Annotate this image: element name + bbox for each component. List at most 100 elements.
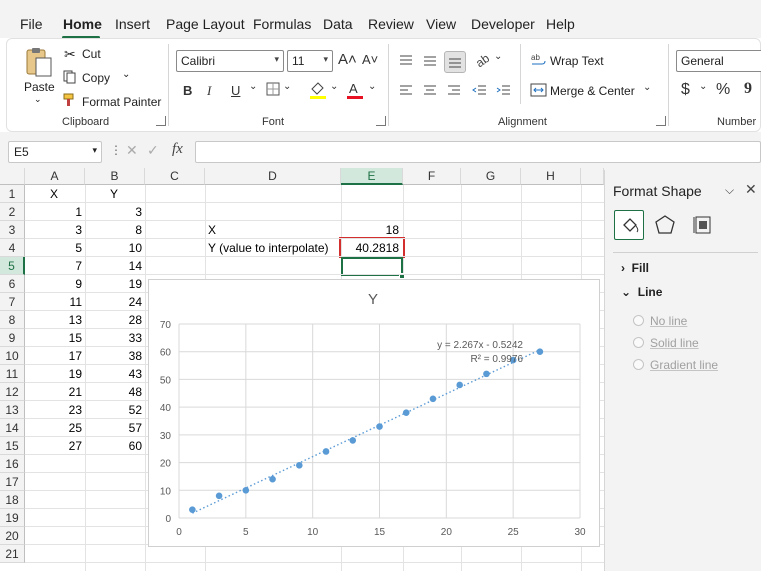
cell-a3[interactable]: 3	[25, 221, 82, 239]
cell-a12[interactable]: 21	[25, 383, 82, 401]
row-header-2[interactable]: 2	[0, 203, 25, 221]
font-color-dropdown-chevron-icon[interactable]: ⌄	[368, 81, 376, 92]
cell-d3[interactable]: X	[208, 221, 216, 239]
confirm-entry-icon[interactable]: ✓	[147, 142, 159, 159]
align-middle-icon[interactable]	[422, 54, 438, 68]
row-header-9[interactable]: 9	[0, 329, 25, 347]
row-header-17[interactable]: 17	[0, 473, 25, 491]
data-point[interactable]	[242, 486, 250, 494]
cell-a15[interactable]: 27	[25, 437, 82, 455]
data-point[interactable]	[402, 409, 410, 416]
solid-line-radio[interactable]: Solid line	[633, 336, 699, 350]
column-header-b[interactable]: B	[85, 168, 145, 185]
tab-home[interactable]: Home	[63, 16, 102, 32]
row-header-16[interactable]: 16	[0, 455, 25, 473]
cell-a14[interactable]: 25	[25, 419, 82, 437]
cut-button[interactable]: Cut	[82, 47, 101, 61]
merge-dropdown-chevron-icon[interactable]: ⌄	[643, 82, 651, 93]
row-header-15[interactable]: 15	[0, 437, 25, 455]
data-point[interactable]	[269, 475, 276, 483]
cell-a1[interactable]: X	[50, 185, 58, 203]
cell-b3[interactable]: 8	[85, 221, 142, 239]
data-point[interactable]	[376, 423, 383, 430]
cell-a2[interactable]: 1	[25, 203, 82, 221]
row-header-13[interactable]: 13	[0, 401, 25, 419]
cell-a6[interactable]: 9	[25, 275, 82, 293]
orientation-icon[interactable]: ab	[474, 51, 494, 69]
bold-button[interactable]: B	[183, 83, 192, 98]
italic-button[interactable]: I	[207, 83, 211, 99]
row-header-14[interactable]: 14	[0, 419, 25, 437]
font-color-icon[interactable]: A	[345, 80, 365, 100]
percent-button[interactable]: %	[716, 81, 730, 99]
cell-b4[interactable]: 10	[85, 239, 142, 257]
data-point[interactable]	[429, 395, 437, 403]
cancel-entry-icon[interactable]: ✕	[126, 142, 138, 159]
cell-b2[interactable]: 3	[85, 203, 142, 221]
borders-dropdown-chevron-icon[interactable]: ⌄	[283, 81, 291, 92]
cell-b1[interactable]: Y	[110, 185, 118, 203]
pane-options-chevron-icon[interactable]: ⌵	[725, 183, 734, 198]
tab-formulas[interactable]: Formulas	[253, 16, 311, 32]
data-point[interactable]	[296, 462, 303, 469]
row-header-5[interactable]: 5	[0, 257, 25, 275]
data-point[interactable]	[322, 448, 330, 455]
name-box[interactable]: E5 ▾	[8, 141, 102, 163]
column-header-next[interactable]	[581, 168, 604, 185]
cell-b5[interactable]: 14	[85, 257, 142, 275]
copy-button[interactable]: Copy	[82, 71, 110, 85]
row-header-6[interactable]: 6	[0, 275, 25, 293]
borders-icon[interactable]	[266, 82, 280, 96]
orientation-dropdown-chevron-icon[interactable]: ⌄	[494, 51, 502, 62]
merge-center-icon[interactable]	[530, 82, 548, 98]
scatter-chart[interactable]: Y 0 10 20 30 40 50 60 70 0 5 10 15 20 25 30 y = 2.267x…	[148, 279, 600, 547]
cell-a5[interactable]: 7	[25, 257, 82, 275]
chevron-down-icon[interactable]: ▾	[92, 145, 97, 156]
fill-section-toggle[interactable]: › Fill	[621, 261, 649, 275]
tab-view[interactable]: View	[426, 16, 456, 32]
column-header-a[interactable]: A	[25, 168, 85, 185]
scissors-icon[interactable]: ✂	[64, 46, 76, 63]
row-header-7[interactable]: 7	[0, 293, 25, 311]
currency-dropdown-chevron-icon[interactable]: ⌄	[699, 81, 707, 92]
align-right-icon[interactable]	[446, 84, 462, 98]
clipboard-launcher-icon[interactable]	[156, 116, 166, 126]
no-line-radio[interactable]: No line	[633, 314, 687, 328]
cell-b11[interactable]: 43	[85, 365, 142, 383]
row-header-1[interactable]: 1	[0, 185, 25, 203]
merge-center-button[interactable]: Merge & Center	[550, 84, 635, 98]
cell-b10[interactable]: 38	[85, 347, 142, 365]
increase-indent-icon[interactable]	[496, 84, 512, 98]
column-header-e[interactable]: E	[341, 168, 403, 185]
align-top-icon[interactable]	[398, 54, 414, 68]
size-properties-tab[interactable]	[688, 210, 718, 240]
wrap-text-icon[interactable]: ab	[530, 52, 548, 68]
copy-icon[interactable]	[63, 70, 77, 84]
insert-function-button[interactable]: fx	[172, 141, 183, 158]
column-header-g[interactable]: G	[461, 168, 521, 185]
paste-button-label[interactable]: Paste	[24, 80, 55, 94]
cell-d4[interactable]: Y (value to interpolate)	[208, 239, 329, 257]
cell-a10[interactable]: 17	[25, 347, 82, 365]
cell-b8[interactable]: 28	[85, 311, 142, 329]
align-center-icon[interactable]	[422, 84, 438, 98]
data-point[interactable]	[483, 370, 490, 378]
format-painter-button[interactable]: Format Painter	[82, 95, 161, 109]
number-format-select[interactable]: General	[676, 50, 761, 72]
row-header-12[interactable]: 12	[0, 383, 25, 401]
close-pane-icon[interactable]: ✕	[745, 181, 757, 198]
cell-b7[interactable]: 24	[85, 293, 142, 311]
shrink-font-button[interactable]: A˅	[362, 52, 378, 67]
font-size-select[interactable]: 11 ▾	[287, 50, 333, 72]
line-section-toggle[interactable]: ⌄ Line	[621, 285, 662, 299]
grow-font-button[interactable]: A˄	[338, 51, 357, 68]
cell-a9[interactable]: 15	[25, 329, 82, 347]
data-point[interactable]	[189, 506, 196, 513]
row-header-8[interactable]: 8	[0, 311, 25, 329]
font-launcher-icon[interactable]	[376, 116, 386, 126]
tab-insert[interactable]: Insert	[115, 16, 150, 32]
tab-page-layout[interactable]: Page Layout	[166, 16, 245, 32]
gradient-line-radio[interactable]: Gradient line	[633, 358, 718, 372]
column-header-c[interactable]: C	[145, 168, 205, 185]
underline-dropdown-chevron-icon[interactable]: ⌄	[249, 81, 257, 92]
